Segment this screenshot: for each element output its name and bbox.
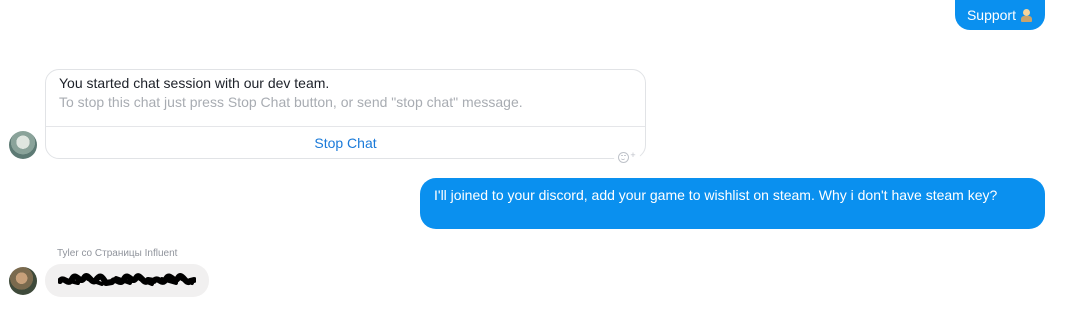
sender-name: Tyler со Страницы Influent: [57, 248, 178, 259]
redacted-scribble: [58, 273, 196, 286]
support-agent-emoji-icon: [1020, 8, 1033, 22]
outgoing-message-bubble[interactable]: I'll joined to your discord, add your ga…: [420, 178, 1045, 229]
support-message-text: Support: [966, 7, 1016, 23]
card-subtitle: To stop this chat just press Stop Chat b…: [59, 94, 523, 110]
add-reaction-icon[interactable]: +: [614, 148, 640, 166]
outgoing-message-text: I'll joined to your discord, add your ga…: [434, 187, 998, 203]
avatar[interactable]: [9, 267, 37, 295]
avatar[interactable]: [9, 131, 37, 159]
chat-thread: Support You started chat session with ou…: [0, 0, 1067, 312]
card-title: You started chat session with our dev te…: [59, 75, 330, 91]
chat-session-card: You started chat session with our dev te…: [45, 69, 646, 159]
incoming-message-bubble[interactable]: [45, 264, 209, 297]
support-message-bubble[interactable]: Support: [954, 0, 1045, 30]
stop-chat-button[interactable]: Stop Chat: [46, 127, 645, 159]
